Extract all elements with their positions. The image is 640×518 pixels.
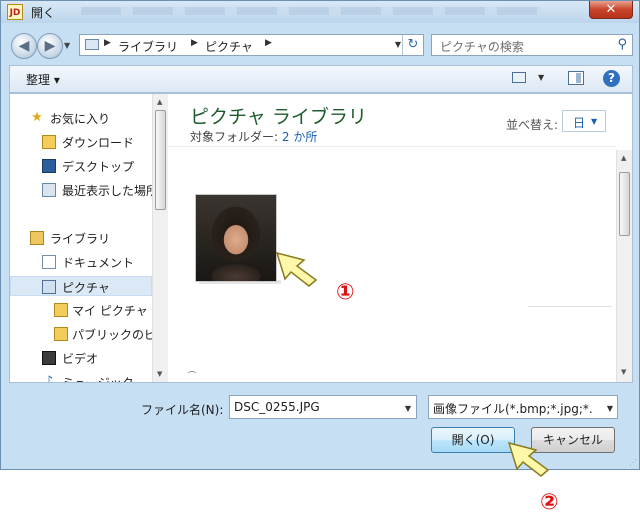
- recent-pages-dropdown[interactable]: ▼: [64, 41, 70, 50]
- sidebar-item-my-pictures[interactable]: マイ ピクチャ: [10, 300, 152, 320]
- sort-dropdown[interactable]: 日 ▼: [562, 110, 606, 132]
- command-bar: 整理 ▾ ▼ ?: [9, 65, 633, 93]
- file-name-field[interactable]: DSC_0255.JPG ▼: [229, 395, 417, 419]
- group-header-fragment: ⌒: [188, 371, 196, 380]
- search-placeholder: ピクチャの検索: [440, 40, 524, 54]
- address-dropdown-icon[interactable]: ▼: [395, 40, 401, 49]
- sort-label: 並べ替え:: [506, 118, 559, 132]
- chevron-down-icon: ▼: [591, 117, 598, 126]
- view-options-dropdown-icon[interactable]: ▼: [538, 73, 544, 82]
- chevron-down-icon: ▼: [604, 404, 613, 413]
- scroll-up-icon[interactable]: ▲: [157, 98, 162, 106]
- sidebar-item-libraries[interactable]: ライブラリ: [10, 228, 152, 248]
- sidebar-item-label: ピクチャ: [62, 281, 110, 295]
- annotation-number-1: ①: [336, 280, 355, 305]
- library-title: ピクチャ ライブラリ: [190, 106, 367, 128]
- library-icon: [30, 231, 44, 245]
- breadcrumb-chevron-icon[interactable]: ▶: [104, 38, 111, 48]
- help-icon[interactable]: ?: [603, 70, 620, 87]
- breadcrumb-chevron-icon[interactable]: ▶: [191, 38, 198, 48]
- sidebar-item-documents[interactable]: ドキュメント: [10, 252, 152, 272]
- title-bar: JD 開く ✕: [1, 1, 639, 23]
- sidebar-item-music[interactable]: ♪ ミュージック: [10, 372, 152, 383]
- navigation-pane: ★ お気に入り ダウンロード デスクトップ 最近表示した場所 ライブラリ ドキュ…: [10, 94, 168, 382]
- file-type-select[interactable]: 画像ファイル(*.bmp;*.jpg;*. ▼: [428, 395, 618, 419]
- scrollbar-thumb[interactable]: [155, 110, 166, 210]
- sort-value: 日: [573, 116, 586, 130]
- back-button[interactable]: ◀: [11, 33, 37, 59]
- background-window-ghost: [81, 7, 541, 15]
- sidebar-item-desktop[interactable]: デスクトップ: [10, 156, 152, 176]
- search-box[interactable]: ピクチャの検索 ⚲: [431, 34, 633, 56]
- annotation-arrow-icon: [507, 441, 550, 477]
- sidebar-item-label: デスクトップ: [62, 160, 135, 174]
- resize-grip-icon[interactable]: ⋰: [629, 458, 637, 467]
- navigation-scrollbar[interactable]: ▲ ▼: [152, 94, 168, 382]
- content-scrollbar[interactable]: ▲ ▼: [616, 150, 632, 382]
- locations-link[interactable]: 2 か所: [282, 130, 317, 144]
- breadcrumb-libraries[interactable]: ライブラリ: [118, 38, 178, 55]
- sidebar-item-recent-places[interactable]: 最近表示した場所: [10, 180, 152, 200]
- folder-icon: [54, 327, 68, 341]
- scroll-down-icon[interactable]: ▼: [621, 368, 626, 376]
- scroll-up-icon[interactable]: ▲: [621, 154, 626, 162]
- folder-icon: [54, 303, 68, 317]
- sidebar-item-label: ミュージック: [62, 374, 134, 382]
- file-name-value: DSC_0255.JPG: [234, 400, 320, 414]
- recent-places-icon: [42, 183, 56, 197]
- photo-thumbnail[interactable]: [195, 194, 277, 282]
- breadcrumb-chevron-icon[interactable]: ▶: [265, 38, 272, 48]
- file-name-label: ファイル名(N):: [141, 403, 224, 417]
- download-folder-icon: [42, 135, 56, 149]
- sidebar-item-label: ビデオ: [62, 352, 99, 366]
- subtitle-label: 対象フォルダー:: [190, 130, 279, 144]
- scrollbar-thumb[interactable]: [619, 172, 630, 236]
- open-file-dialog: JD 開く ✕ ◀ ▶ ▼ ▶ ライブラリ ▶ ピクチャ ▶ ▼ ↻ ピクチャの…: [0, 0, 640, 470]
- sidebar-item-label: 最近表示した場所: [62, 184, 152, 198]
- sidebar-item-label: お気に入り: [50, 112, 111, 126]
- document-icon: [42, 255, 56, 269]
- library-subtitle: 対象フォルダー: 2 か所: [190, 128, 317, 145]
- sidebar-item-label: マイ ピクチャ: [72, 304, 148, 318]
- navigation-bar: ◀ ▶ ▼ ▶ ライブラリ ▶ ピクチャ ▶ ▼ ↻ ピクチャの検索 ⚲: [1, 29, 639, 63]
- scroll-down-icon[interactable]: ▼: [157, 370, 162, 378]
- refresh-icon[interactable]: ↻: [402, 35, 423, 55]
- organize-button[interactable]: 整理 ▾: [26, 71, 60, 88]
- star-icon: ★: [31, 110, 43, 125]
- pictures-icon: [42, 280, 56, 294]
- sidebar-item-label: ライブラリ: [50, 232, 111, 246]
- search-icon[interactable]: ⚲: [617, 37, 627, 52]
- window-title: 開く: [31, 6, 56, 20]
- address-bar[interactable]: ▶ ライブラリ ▶ ピクチャ ▶ ▼ ↻: [79, 34, 424, 56]
- sidebar-item-label: パブリックのピ: [72, 328, 152, 342]
- app-icon: JD: [7, 4, 23, 20]
- sidebar-item-label: ダウンロード: [62, 136, 135, 150]
- sidebar-item-label: ドキュメント: [62, 256, 135, 270]
- file-type-value: 画像ファイル(*.bmp;*.jpg;*.: [433, 402, 593, 416]
- sidebar-item-downloads[interactable]: ダウンロード: [10, 132, 152, 152]
- browser-area: ★ お気に入り ダウンロード デスクトップ 最近表示した場所 ライブラリ ドキュ…: [9, 93, 633, 383]
- open-button[interactable]: 開く(O): [431, 427, 515, 453]
- video-icon: [42, 351, 56, 365]
- sidebar-item-videos[interactable]: ビデオ: [10, 348, 152, 368]
- music-icon: ♪: [44, 374, 54, 383]
- close-button[interactable]: ✕: [589, 1, 633, 19]
- annotation-arrow-icon: [275, 251, 318, 287]
- desktop-icon: [42, 159, 56, 173]
- sidebar-item-pictures[interactable]: ピクチャ: [10, 276, 152, 296]
- annotation-number-2: ②: [540, 490, 559, 515]
- change-view-icon[interactable]: [512, 72, 526, 83]
- forward-button[interactable]: ▶: [37, 33, 63, 59]
- chevron-down-icon[interactable]: ▼: [405, 404, 411, 413]
- group-divider: [528, 306, 612, 307]
- sidebar-item-favorites[interactable]: ★ お気に入り: [10, 108, 152, 128]
- header-divider: [168, 146, 616, 147]
- sidebar-item-public-pictures[interactable]: パブリックのピ: [10, 324, 152, 344]
- library-icon: [85, 39, 99, 50]
- preview-pane-icon[interactable]: [568, 71, 584, 85]
- breadcrumb-pictures[interactable]: ピクチャ: [205, 38, 253, 55]
